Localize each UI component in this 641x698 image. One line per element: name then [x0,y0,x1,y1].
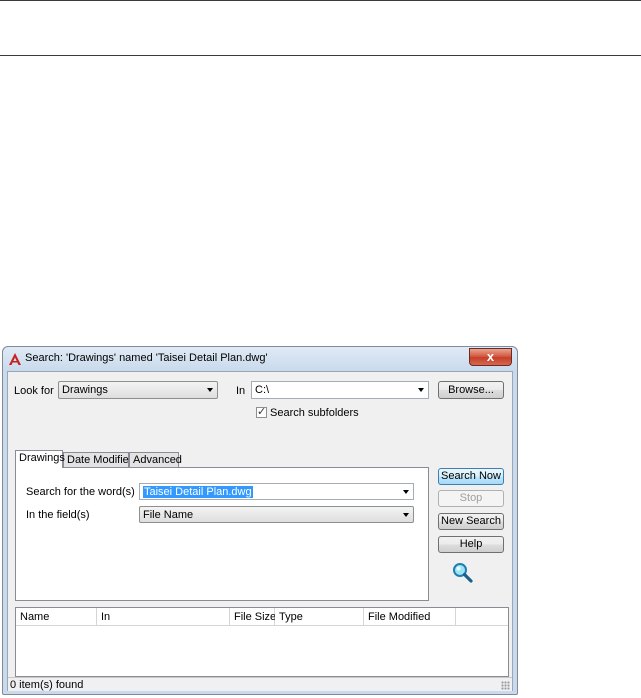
title-bar[interactable]: Search: 'Drawings' named 'Taisei Detail … [3,347,517,371]
column-header-name[interactable]: Name [16,608,97,626]
tab-drawings[interactable]: Drawings [15,450,65,468]
search-dialog: Search: 'Drawings' named 'Taisei Detail … [2,346,518,695]
drawings-tab-panel: Search for the word(s) Taisei Detail Pla… [15,467,429,601]
search-subfolders-label: Search subfolders [270,407,359,419]
look-for-dropdown[interactable]: Drawings [58,381,218,399]
divider-rule [0,55,641,56]
column-header-type[interactable]: Type [275,608,364,626]
chevron-down-icon [418,388,424,392]
search-words-label: Search for the word(s) [26,486,135,498]
close-button[interactable]: x [469,348,512,366]
search-subfolders-checkbox[interactable] [256,405,267,418]
dialog-client-area: Look for Drawings In C:\ Browse... Searc… [7,371,513,691]
tab-date-modified[interactable]: Date Modified [63,452,135,468]
results-list[interactable]: Name In File Size Type File Modified [15,607,509,677]
chevron-down-icon [403,490,409,494]
status-bar: 0 item(s) found [8,677,512,691]
look-for-value: Drawings [62,384,108,396]
search-words-combobox[interactable]: Taisei Detail Plan.dwg [139,483,414,500]
in-field-dropdown[interactable]: File Name [139,506,414,523]
close-icon: x [486,349,495,364]
in-label: In [236,385,246,397]
in-path-dropdown[interactable]: C:\ [251,381,429,399]
look-for-label: Look for [14,385,54,397]
magnifier-icon [453,563,473,583]
in-path-value: C:\ [255,384,270,396]
autocad-app-icon [9,353,21,365]
chevron-down-icon [403,513,409,517]
status-text: 0 item(s) found [10,679,84,691]
dialog-title: Search: 'Drawings' named 'Taisei Detail … [25,352,268,364]
tab-advanced[interactable]: Advanced [129,452,182,468]
in-field-label: In the field(s) [26,509,90,521]
column-header-file-size[interactable]: File Size [230,608,276,626]
help-button[interactable]: Help [438,536,504,553]
column-header-filler [456,608,508,626]
column-header-file-modified[interactable]: File Modified [364,608,456,626]
search-now-button[interactable]: Search Now [438,468,504,485]
resize-grip-icon[interactable] [501,681,510,690]
search-words-value: Taisei Detail Plan.dwg [143,486,253,498]
stop-button[interactable]: Stop [438,490,504,507]
new-search-button[interactable]: New Search [438,513,504,530]
chevron-down-icon [207,388,213,392]
column-header-in[interactable]: In [97,608,230,626]
top-rule [0,0,641,1]
browse-button[interactable]: Browse... [438,381,504,399]
in-field-value: File Name [143,509,194,521]
